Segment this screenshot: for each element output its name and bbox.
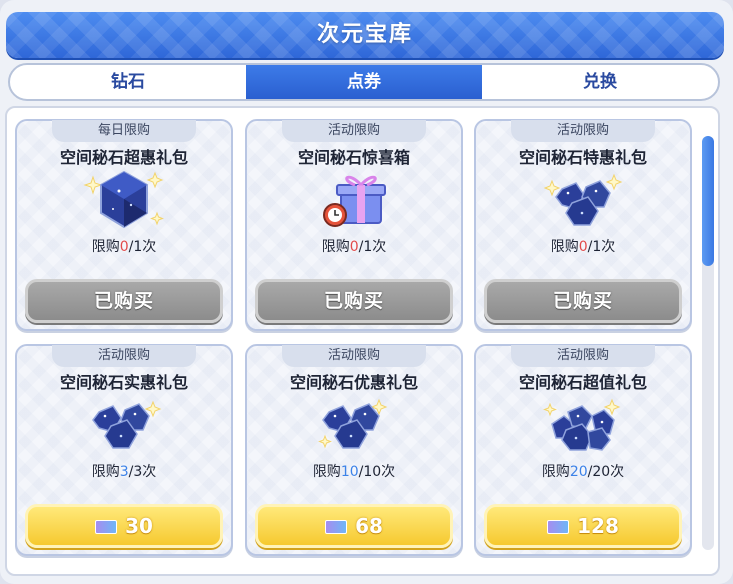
gift-box-icon xyxy=(323,175,386,227)
price-value: 128 xyxy=(577,514,619,538)
title-bar: 次元宝库 xyxy=(6,12,724,58)
limit-used: 0 xyxy=(578,239,588,255)
purchased-button[interactable]: 已购买 xyxy=(484,279,682,323)
coupon-ticket-icon xyxy=(95,520,118,534)
single-gem-icon xyxy=(83,170,164,229)
item-name: 空间秘石超值礼包 xyxy=(518,373,647,392)
shop-item-card: 活动限购 空间秘石实惠礼包 限购3/3次 30 xyxy=(15,344,233,556)
shop-item-card: 每日限购 空间秘石超惠礼包 限购0/1次 已购买 xyxy=(15,119,233,331)
buy-button[interactable]: 30 xyxy=(25,504,223,548)
item-name: 空间秘石惊喜箱 xyxy=(297,148,410,167)
price-value: 68 xyxy=(355,514,383,538)
limit-type-tag: 活动限购 xyxy=(282,120,426,142)
purchase-limit: 限购0/1次 xyxy=(321,239,387,255)
limit-used: 0 xyxy=(119,239,129,255)
purchase-limit: 限购0/1次 xyxy=(550,239,616,255)
limit-type-tag: 活动限购 xyxy=(282,345,426,367)
coupon-ticket-icon xyxy=(547,520,570,534)
purchased-button[interactable]: 已购买 xyxy=(255,279,453,323)
limit-used: 0 xyxy=(349,239,359,255)
gem-cluster-icon xyxy=(92,400,162,449)
purchase-limit: 限购0/1次 xyxy=(91,239,157,255)
purchase-limit: 限购20/20次 xyxy=(541,464,625,480)
limit-used: 20 xyxy=(569,464,588,480)
purchase-limit: 限购3/3次 xyxy=(91,464,157,480)
scrollbar-thumb[interactable] xyxy=(702,136,714,266)
treasury-panel: 次元宝库 钻石 点券 兑换 每日限购 空间秘石超惠礼包 限购0/1次 已购买 活… xyxy=(0,0,733,584)
tab-exchange[interactable]: 兑换 xyxy=(482,65,718,99)
gem-cluster-icon xyxy=(543,173,623,226)
coupon-ticket-icon xyxy=(325,520,348,534)
shop-item-card: 活动限购 空间秘石特惠礼包 限购0/1次 已购买 xyxy=(474,119,692,331)
limit-type-tag: 活动限购 xyxy=(52,345,196,367)
gem-pile-icon xyxy=(543,398,621,451)
limit-used: 10 xyxy=(340,464,359,480)
limit-type-tag: 每日限购 xyxy=(52,120,196,142)
purchased-button[interactable]: 已购买 xyxy=(25,279,223,323)
limit-type-tag: 活动限购 xyxy=(511,345,655,367)
shop-item-card: 活动限购 空间秘石惊喜箱 限购0/1次 已购买 xyxy=(245,119,463,331)
limit-used: 3 xyxy=(119,464,129,480)
currency-tabs: 钻石 点券 兑换 xyxy=(8,63,720,101)
item-name: 空间秘石超惠礼包 xyxy=(59,148,188,167)
limit-type-tag: 活动限购 xyxy=(511,120,655,142)
purchase-limit: 限购10/10次 xyxy=(312,464,396,480)
item-name: 空间秘石优惠礼包 xyxy=(289,373,418,392)
buy-button[interactable]: 68 xyxy=(255,504,453,548)
page-title: 次元宝库 xyxy=(316,22,413,47)
shop-item-card: 活动限购 空间秘石优惠礼包 限购10/10次 68 xyxy=(245,344,463,556)
item-name: 空间秘石实惠礼包 xyxy=(59,373,188,392)
gem-cluster-icon xyxy=(318,398,388,449)
shop-item-card: 活动限购 空间秘石超值礼包 限购20/20次 128 xyxy=(474,344,692,556)
tab-coupon[interactable]: 点券 xyxy=(246,65,482,99)
item-name: 空间秘石特惠礼包 xyxy=(518,148,647,167)
buy-button[interactable]: 128 xyxy=(484,504,682,548)
price-value: 30 xyxy=(125,514,153,538)
tab-diamond[interactable]: 钻石 xyxy=(10,65,246,99)
